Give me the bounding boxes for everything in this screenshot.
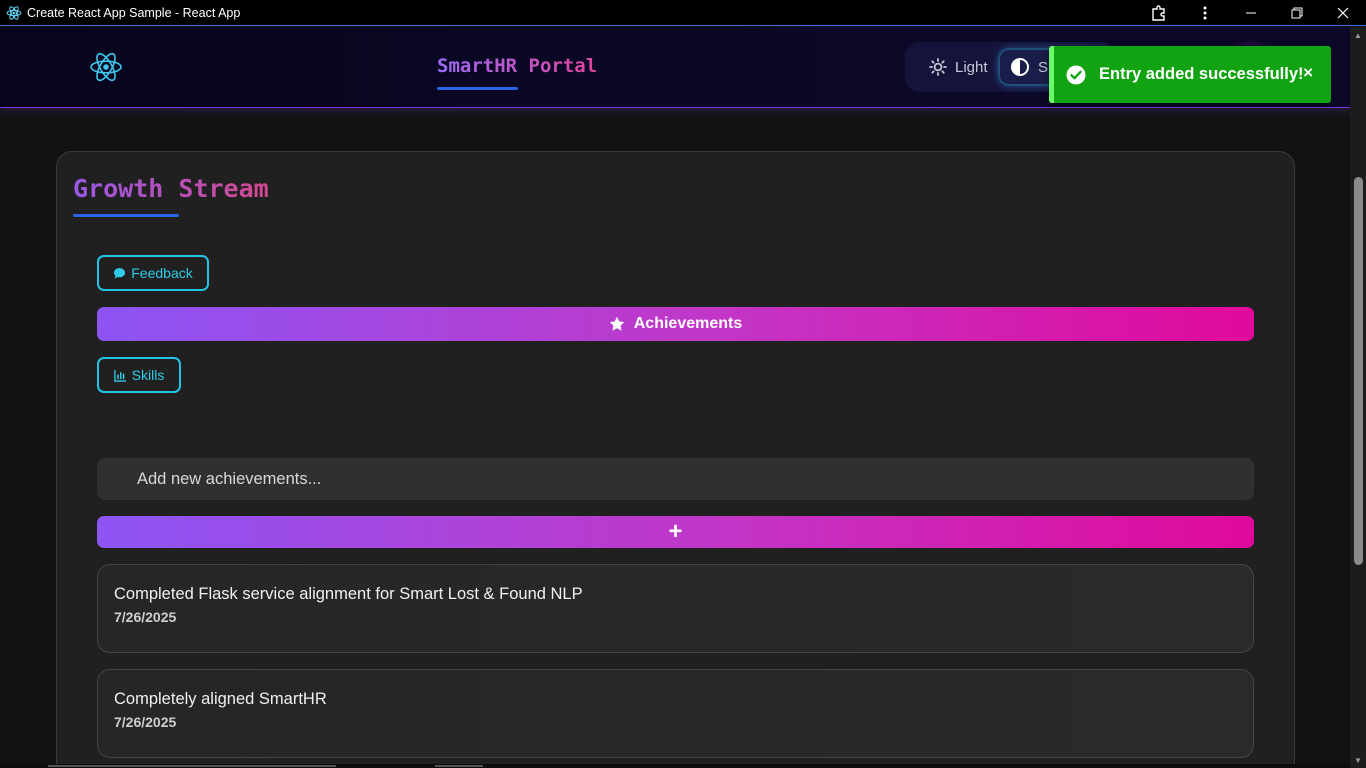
- check-circle-icon: [1066, 65, 1086, 84]
- comment-icon: [114, 267, 126, 279]
- page-scrollbar[interactable]: ▲ ▼: [1350, 27, 1366, 768]
- list-item: Completed Flask service alignment for Sm…: [97, 564, 1254, 653]
- tab-feedback[interactable]: Feedback: [97, 255, 209, 291]
- entry-date: 7/26/2025: [114, 714, 177, 730]
- minimize-icon[interactable]: [1228, 0, 1274, 26]
- theme-light-button[interactable]: Light: [919, 48, 998, 86]
- list-item: Completely aligned SmartHR 7/26/2025: [97, 669, 1254, 758]
- bottom-edge: [0, 764, 1350, 768]
- star-icon: [609, 316, 624, 331]
- entry-text: Completely aligned SmartHR: [114, 690, 327, 708]
- react-app-icon: [6, 5, 22, 20]
- section-title: Growth Stream: [73, 174, 269, 203]
- brand-underline: [437, 87, 518, 90]
- scroll-down-icon[interactable]: ▼: [1350, 752, 1366, 768]
- add-entry-button[interactable]: +: [97, 516, 1254, 548]
- close-window-icon[interactable]: [1320, 0, 1366, 26]
- sun-icon: [929, 58, 947, 76]
- section-title-underline: [73, 214, 179, 217]
- restore-icon[interactable]: [1274, 0, 1320, 26]
- achievement-input[interactable]: [97, 458, 1254, 500]
- extensions-icon[interactable]: [1136, 0, 1182, 26]
- bar-chart-icon: [113, 369, 126, 382]
- toast-close-icon[interactable]: ×: [1303, 63, 1313, 83]
- growth-stream-card: Growth Stream Feedback Achievements Skil…: [56, 151, 1295, 768]
- window-title: Create React App Sample - React App: [27, 5, 241, 20]
- window-titlebar: Create React App Sample - React App: [0, 0, 1366, 26]
- toast-message: Entry added successfully!: [1099, 65, 1304, 83]
- more-options-icon[interactable]: [1182, 0, 1228, 26]
- entry-date: 7/26/2025: [114, 609, 177, 625]
- window-controls: [1136, 0, 1366, 26]
- success-toast: Entry added successfully! ×: [1049, 46, 1331, 103]
- scroll-up-icon[interactable]: ▲: [1350, 27, 1366, 43]
- brand-link[interactable]: SmartHR Portal: [437, 55, 597, 77]
- tab-skills[interactable]: Skills: [97, 357, 181, 393]
- entry-text: Completed Flask service alignment for Sm…: [114, 585, 583, 603]
- scroll-thumb[interactable]: [1354, 177, 1363, 565]
- theme-light-label: Light: [955, 58, 988, 76]
- theme-system-label: S: [1038, 58, 1049, 76]
- tab-skills-label: Skills: [131, 367, 165, 383]
- tab-feedback-label: Feedback: [131, 265, 193, 281]
- react-logo-icon[interactable]: [88, 49, 124, 85]
- tab-achievements-label: Achievements: [633, 315, 743, 332]
- tab-achievements[interactable]: Achievements: [97, 307, 1254, 341]
- contrast-icon: [1011, 58, 1029, 76]
